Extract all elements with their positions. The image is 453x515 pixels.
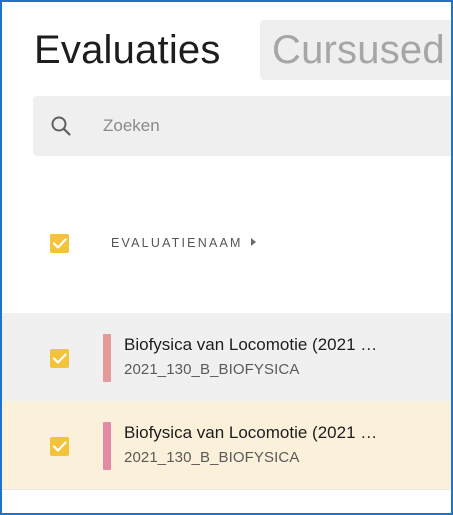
course-color-bar [103,334,111,382]
search-input[interactable] [103,96,433,156]
tab-evaluaties[interactable]: Evaluaties [34,28,221,73]
table-row[interactable]: Biofysica van Locomotie (2021 … 2021_130… [2,313,451,402]
table-header: EVALUATIENAAM [2,220,451,270]
select-all-checkbox[interactable] [50,234,69,253]
tab-bar: Evaluaties Cursused [2,20,451,82]
course-color-bar [103,422,111,470]
checkmark-icon [52,353,67,364]
row-checkbox[interactable] [50,437,69,456]
row-checkbox[interactable] [50,349,69,368]
search-icon [51,116,71,136]
tab-cursussen-label: Cursused [272,28,445,72]
evaluation-title: Biofysica van Locomotie (2021 … [124,423,378,442]
evaluation-code: 2021_130_B_BIOFYSICA [124,361,300,378]
search-bar[interactable] [33,96,451,156]
evaluation-title: Biofysica van Locomotie (2021 … [124,335,378,354]
column-header-evaluatienaam[interactable]: EVALUATIENAAM [111,236,256,250]
tab-cursussen[interactable]: Cursused [260,20,451,80]
row-divider [2,489,451,490]
column-header-label: EVALUATIENAAM [111,236,243,250]
checkmark-icon [52,441,67,452]
evaluation-code: 2021_130_B_BIOFYSICA [124,449,300,466]
caret-right-icon [250,238,256,246]
checkmark-icon [52,238,67,249]
table-row[interactable]: Biofysica van Locomotie (2021 … 2021_130… [2,401,451,490]
app-frame: Evaluaties Cursused EVALUATIENAAM Biofys… [0,0,453,515]
